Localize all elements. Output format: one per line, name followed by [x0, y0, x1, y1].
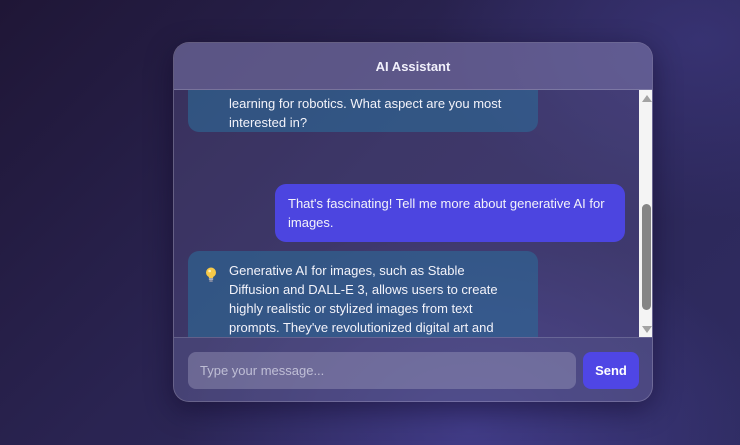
chat-window: AI Assistant learning for robotics. What…	[173, 42, 653, 402]
send-button[interactable]: Send	[583, 352, 639, 389]
message-list[interactable]: learning for robotics. What aspect are y…	[174, 90, 639, 337]
message-text: Generative AI for images, such as Stable…	[229, 263, 498, 335]
assistant-message: learning for robotics. What aspect are y…	[188, 90, 538, 132]
scroll-down-arrow-icon[interactable]	[642, 326, 652, 333]
lightbulb-icon	[206, 267, 216, 282]
chat-title: AI Assistant	[375, 58, 451, 74]
message-text: That's fascinating! Tell me more about g…	[288, 196, 605, 230]
chat-header: AI Assistant	[174, 43, 652, 90]
scrollbar[interactable]	[639, 90, 652, 337]
scroll-thumb[interactable]	[642, 204, 651, 310]
user-message: That's fascinating! Tell me more about g…	[275, 184, 625, 242]
message-input[interactable]	[188, 352, 576, 389]
message-text: learning for robotics. What aspect are y…	[229, 96, 502, 130]
assistant-message: Generative AI for images, such as Stable…	[188, 251, 538, 337]
composer-bar: Send	[174, 337, 652, 401]
scroll-up-arrow-icon[interactable]	[642, 95, 652, 102]
